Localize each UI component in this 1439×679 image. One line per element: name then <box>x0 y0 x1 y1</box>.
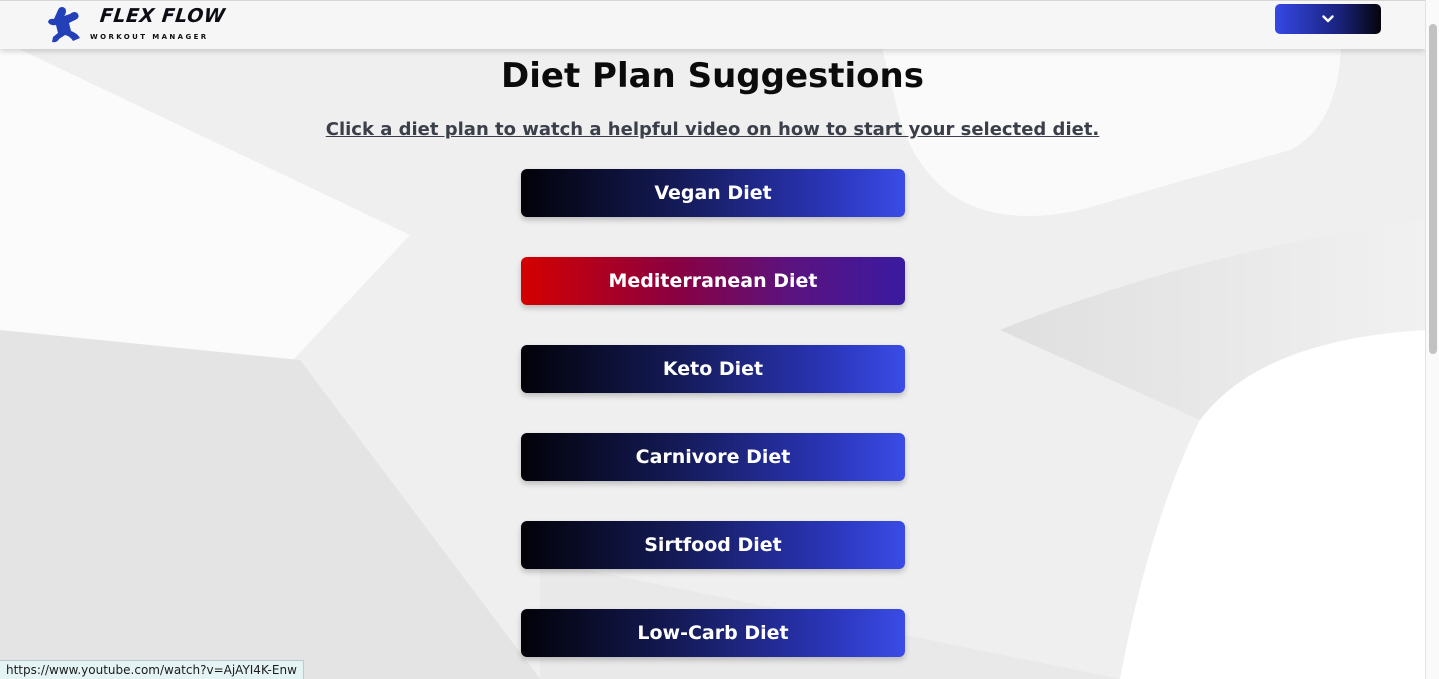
brand-title: FLEX FLOW <box>98 5 227 27</box>
top-navbar: FLEX FLOW WORKOUT MANAGER <box>0 0 1425 49</box>
diet-plan-list: Vegan Diet Mediterranean Diet Keto Diet … <box>521 169 905 679</box>
page-subtitle[interactable]: Click a diet plan to watch a helpful vid… <box>0 119 1425 140</box>
page-title: Diet Plan Suggestions <box>501 56 924 96</box>
diet-button-low-carb[interactable]: Low-Carb Diet <box>521 609 905 657</box>
chevron-down-icon <box>1322 15 1334 23</box>
diet-button-vegan[interactable]: Vegan Diet <box>521 169 905 217</box>
scrollbar-thumb[interactable] <box>1429 24 1437 354</box>
diet-button-sirtfood[interactable]: Sirtfood Diet <box>521 521 905 569</box>
status-bar-url: https://www.youtube.com/watch?v=AjAYI4K-… <box>0 660 304 679</box>
diet-button-carnivore[interactable]: Carnivore Diet <box>521 433 905 481</box>
bodybuilder-icon <box>48 7 80 43</box>
vertical-scrollbar[interactable] <box>1425 0 1439 679</box>
brand-logo[interactable]: FLEX FLOW WORKOUT MANAGER <box>44 4 227 44</box>
menu-dropdown-button[interactable] <box>1275 4 1381 34</box>
diet-button-mediterranean[interactable]: Mediterranean Diet <box>521 257 905 305</box>
brand-subtitle: WORKOUT MANAGER <box>90 33 209 41</box>
diet-button-keto[interactable]: Keto Diet <box>521 345 905 393</box>
